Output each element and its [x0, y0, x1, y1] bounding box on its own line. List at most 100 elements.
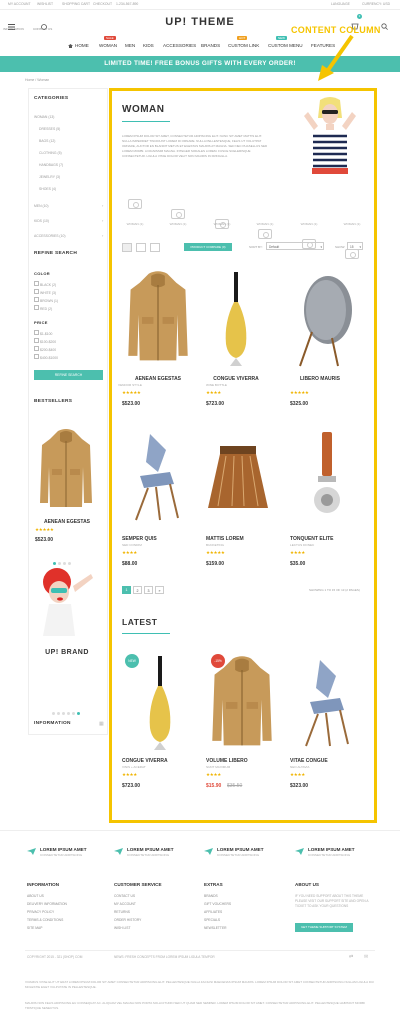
page-3-button[interactable]: 3: [144, 586, 153, 594]
footer-link[interactable]: Specials: [204, 916, 231, 924]
latest-image-chair[interactable]: [296, 658, 356, 748]
link-my-account[interactable]: My Account: [8, 2, 31, 6]
chevron-right-icon[interactable]: ›: [102, 218, 103, 223]
currency-selector[interactable]: Currency: USD: [362, 2, 390, 6]
footer-link[interactable]: Delivery Information: [27, 900, 67, 908]
product-image-speaker[interactable]: [292, 272, 358, 368]
footer-link[interactable]: Returns: [114, 908, 141, 916]
price-option[interactable]: $100-$200: [34, 338, 56, 344]
expand-icon[interactable]: ▦: [99, 721, 104, 727]
footer-link[interactable]: Newsletter: [204, 924, 231, 932]
product-compare-button[interactable]: Product Compare (0): [184, 243, 232, 251]
checkbox[interactable]: [34, 330, 39, 335]
category-kids[interactable]: Kids (10): [34, 219, 49, 223]
nav-accessories[interactable]: Accessories: [163, 43, 196, 48]
checkbox[interactable]: [34, 289, 39, 294]
latest-image-bottle[interactable]: [146, 656, 174, 752]
footer-link[interactable]: Brands: [204, 892, 231, 900]
footer-link[interactable]: Privacy Policy: [27, 908, 67, 916]
checkbox[interactable]: [34, 281, 39, 286]
category-accessories[interactable]: Accessories (10): [34, 234, 65, 238]
nav-home[interactable]: Home: [75, 43, 89, 48]
nav-brands[interactable]: Brands: [201, 43, 220, 48]
refine-search-button[interactable]: Refine Search: [34, 370, 103, 380]
footer-link[interactable]: Wish List: [114, 924, 141, 932]
product-name[interactable]: Congue Viverra: [196, 376, 276, 382]
page-2-button[interactable]: 2: [133, 586, 142, 594]
nav-men[interactable]: Men: [125, 43, 135, 48]
category-shoes[interactable]: Shoes (4): [39, 187, 56, 191]
checkbox[interactable]: [34, 354, 39, 359]
footer-link[interactable]: Gift Vouchers: [204, 900, 231, 908]
subcategory-label[interactable]: Woman (1): [207, 222, 237, 226]
contact-icon[interactable]: [41, 17, 47, 35]
footer-link[interactable]: About Us: [27, 892, 67, 900]
category-woman[interactable]: Woman (13): [34, 115, 54, 119]
link-wishlist[interactable]: Wishlist: [37, 2, 53, 6]
latest-name[interactable]: Congue Viverra: [122, 758, 168, 764]
subcategory-label[interactable]: Woman (1): [163, 222, 193, 226]
brand-carousel-dots[interactable]: [52, 702, 82, 720]
table-view-icon[interactable]: [150, 243, 160, 252]
breadcrumb[interactable]: Home / Woman: [25, 78, 49, 82]
search-icon[interactable]: [381, 17, 388, 35]
nav-custom-menu[interactable]: Custom Menu: [268, 43, 303, 48]
sort-select[interactable]: Default ▾: [266, 242, 324, 250]
subcategory-label[interactable]: Woman (1): [250, 222, 280, 226]
footer-link[interactable]: Site Map: [27, 924, 67, 932]
brand-banner-image[interactable]: [35, 566, 101, 636]
price-option[interactable]: $1-$100: [34, 330, 52, 336]
link-checkout[interactable]: Checkout: [93, 2, 112, 6]
latest-name[interactable]: Volume Libero: [206, 758, 248, 764]
product-image-jacket[interactable]: [126, 268, 190, 366]
nav-custom-link[interactable]: Custom Link: [228, 43, 259, 48]
grid-view-icon[interactable]: [122, 243, 132, 252]
bestseller-image[interactable]: [38, 427, 94, 511]
product-name[interactable]: Tonquent Elite: [280, 536, 370, 542]
menu-icon[interactable]: [8, 17, 15, 35]
checkbox[interactable]: [34, 297, 39, 302]
page-1-button[interactable]: 1: [122, 586, 131, 594]
color-option-black[interactable]: Black (2): [34, 281, 56, 287]
category-men[interactable]: Men (10): [34, 204, 49, 208]
chevron-right-icon[interactable]: ›: [102, 203, 103, 208]
latest-name[interactable]: Vitae Congue: [290, 758, 328, 764]
link-shopping-cart[interactable]: Shopping Cart: [62, 2, 90, 6]
social-icon[interactable]: ✉: [364, 954, 368, 960]
nav-woman[interactable]: Woman: [99, 43, 117, 48]
checkbox[interactable]: [34, 338, 39, 343]
footer-link[interactable]: My Account: [114, 900, 141, 908]
next-page-button[interactable]: »: [155, 586, 164, 594]
color-option-red[interactable]: Red (2): [34, 305, 52, 311]
product-name[interactable]: Semper Quis: [118, 536, 202, 542]
contact-us-link[interactable]: Contact Us: [33, 27, 52, 32]
category-jewelry[interactable]: Jewelry (3): [39, 175, 60, 179]
nav-kids[interactable]: Kids: [143, 43, 154, 48]
latest-image-jacket[interactable]: [210, 654, 274, 750]
product-name[interactable]: Aenean Egestas: [118, 376, 198, 382]
camera-icon[interactable]: [128, 199, 142, 209]
category-clothing[interactable]: Clothing (5): [39, 151, 62, 155]
show-select[interactable]: 15 ▾: [347, 242, 363, 250]
site-logo[interactable]: UP! THEME: [150, 16, 250, 28]
footer-link[interactable]: Terms & Conditions: [27, 916, 67, 924]
product-image-skirt[interactable]: [206, 444, 270, 512]
subcategory-label[interactable]: Woman (1): [337, 222, 367, 226]
information-link[interactable]: Information: [3, 27, 24, 32]
product-image-chair[interactable]: [126, 432, 186, 522]
product-image-bottle[interactable]: [222, 272, 250, 368]
theme-support-button[interactable]: Get Theme Support System: [295, 923, 353, 932]
footer-link[interactable]: Order History: [114, 916, 141, 924]
category-dresses[interactable]: Dresses (5): [39, 127, 60, 131]
footer-link[interactable]: Affiliates: [204, 908, 231, 916]
camera-icon[interactable]: [171, 209, 185, 219]
color-option-brown[interactable]: Brown (1): [34, 297, 58, 303]
footer-link[interactable]: Contact Us: [114, 892, 141, 900]
subcategory-label[interactable]: Woman (1): [120, 222, 150, 226]
price-option[interactable]: $200-$400: [34, 346, 56, 352]
product-name[interactable]: Mattis Lorem: [196, 536, 286, 542]
list-view-icon[interactable]: [136, 243, 146, 252]
language-selector[interactable]: Language: [331, 2, 350, 6]
subcategory-label[interactable]: Woman (1): [294, 222, 324, 226]
checkbox[interactable]: [34, 305, 39, 310]
